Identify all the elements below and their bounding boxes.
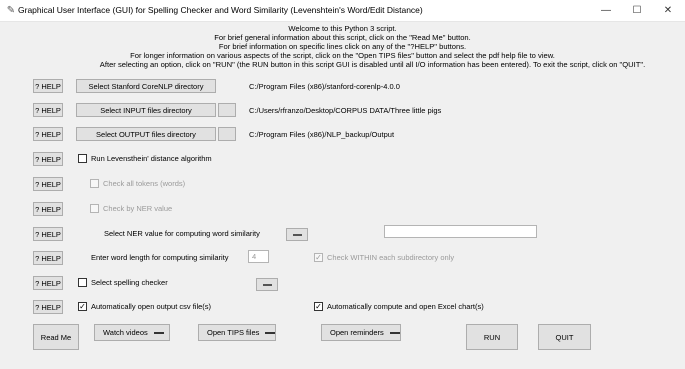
help-button-output[interactable]: ? HELP [33, 127, 63, 141]
open-reminders-label: Open reminders [330, 328, 384, 337]
open-output-directory-button[interactable] [218, 127, 236, 141]
open-csv-checkbox[interactable]: ✓ [78, 302, 87, 311]
word-length-field[interactable]: 4 [248, 250, 269, 263]
menu-indicator-icon [153, 331, 164, 334]
open-tips-label: Open TIPS files [207, 328, 260, 337]
help-button-spelling[interactable]: ? HELP [33, 276, 63, 290]
spelling-checker-dropdown[interactable] [256, 278, 278, 291]
levenshtein-checkbox[interactable] [78, 154, 87, 163]
help-button-input[interactable]: ? HELP [33, 103, 63, 117]
minimize-button[interactable]: — [589, 0, 623, 22]
close-button[interactable]: ✕ [651, 0, 685, 22]
by-ner-checkbox[interactable] [90, 204, 99, 213]
watch-videos-button[interactable]: Watch videos [94, 324, 170, 341]
select-corenlp-directory-button[interactable]: Select Stanford CoreNLP directory [76, 79, 216, 93]
intro-line-3: For brief information on specific lines … [218, 42, 467, 51]
corenlp-path: C:/Program Files (x86)/stanford-corenlp-… [249, 82, 400, 91]
open-csv-label: Automatically open output csv file(s) [91, 302, 212, 311]
intro-line-5: After selecting an option, click on "RUN… [99, 60, 646, 69]
input-path: C:/Users/rfranzo/Desktop/CORPUS DATA/Thr… [249, 106, 442, 115]
intro-line-1: Welcome to this Python 3 script. [288, 24, 397, 33]
output-path: C:/Program Files (x86)/NLP_backup/Output [249, 130, 395, 139]
help-button-auto-open[interactable]: ? HELP [33, 300, 63, 314]
title-bar: ✎ Graphical User Interface (GUI) for Spe… [0, 0, 685, 22]
help-button-ner[interactable]: ? HELP [33, 202, 63, 216]
intro-text: Welcome to this Python 3 script. For bri… [0, 24, 685, 69]
feather-icon: ✎ [6, 5, 16, 16]
levenshtein-label: Run Levensthein' distance algorithm [91, 154, 212, 163]
window-title: Graphical User Interface (GUI) for Spell… [18, 5, 423, 15]
within-subdir-label: Check WITHIN each subdirectory only [327, 253, 455, 262]
ner-value-label: Select NER value for computing word simi… [104, 229, 260, 238]
all-tokens-checkbox[interactable] [90, 179, 99, 188]
menu-indicator-icon [263, 284, 272, 286]
help-button-levenshtein[interactable]: ? HELP [33, 152, 63, 166]
intro-line-4: For longer information on various aspect… [130, 51, 555, 60]
all-tokens-label: Check all tokens (words) [103, 179, 186, 188]
help-button-word-length[interactable]: ? HELP [33, 251, 63, 265]
spelling-checker-checkbox[interactable] [78, 278, 87, 287]
help-button-all-tokens[interactable]: ? HELP [33, 177, 63, 191]
ner-value-field[interactable] [384, 225, 537, 238]
menu-indicator-icon [293, 234, 302, 236]
open-tips-button[interactable]: Open TIPS files [198, 324, 276, 341]
spelling-checker-label: Select spelling checker [91, 278, 168, 287]
open-input-directory-button[interactable] [218, 103, 236, 117]
quit-button[interactable]: QUIT [538, 324, 591, 350]
select-input-directory-button[interactable]: Select INPUT files directory [76, 103, 216, 117]
within-subdir-checkbox[interactable]: ✓ [314, 253, 323, 262]
by-ner-label: Check by NER value [103, 204, 173, 213]
open-reminders-button[interactable]: Open reminders [321, 324, 401, 341]
run-button[interactable]: RUN [466, 324, 518, 350]
excel-chart-checkbox[interactable]: ✓ [314, 302, 323, 311]
intro-line-2: For brief general information about this… [214, 33, 471, 42]
word-length-label: Enter word length for computing similari… [91, 253, 229, 262]
read-me-button[interactable]: Read Me [33, 324, 79, 350]
select-output-directory-button[interactable]: Select OUTPUT files directory [76, 127, 216, 141]
excel-chart-label: Automatically compute and open Excel cha… [327, 302, 484, 311]
help-button-ner-value[interactable]: ? HELP [33, 227, 63, 241]
watch-videos-label: Watch videos [103, 328, 148, 337]
menu-indicator-icon [389, 331, 400, 334]
help-button-corenlp[interactable]: ? HELP [33, 79, 63, 93]
maximize-button[interactable]: ☐ [620, 0, 654, 22]
ner-value-dropdown[interactable] [286, 228, 308, 241]
menu-indicator-icon [265, 331, 275, 334]
